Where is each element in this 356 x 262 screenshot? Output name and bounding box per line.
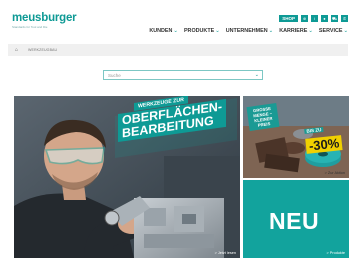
utility-bar: SHOP ⊕ i ● ⛟ ✆ — [279, 15, 348, 22]
sale-tile[interactable]: GROSSE MENGE – KLEINER PREIS BIS ZU -30%… — [243, 96, 349, 178]
nav-item-produkte[interactable]: PRODUKTE⌄ — [184, 28, 220, 34]
chevron-down-icon: ⌄ — [343, 28, 348, 34]
nav-label: KUNDEN — [149, 28, 173, 34]
chevron-down-icon: ⌄ — [308, 28, 313, 34]
main-navigation: KUNDEN⌄ PRODUKTE⌄ UNTERNEHMEN⌄ KARRIERE⌄… — [149, 28, 348, 34]
search-input[interactable]: Suche ⌄ — [103, 70, 263, 80]
discount-badge: BIS ZU -30% — [303, 116, 343, 156]
products-link[interactable]: > Produkte — [327, 251, 345, 255]
phone-icon[interactable]: ✆ — [341, 15, 348, 22]
logo-wordmark: meusburger — [12, 12, 77, 24]
nav-label: SERVICE — [318, 28, 343, 34]
nav-item-kunden[interactable]: KUNDEN⌄ — [149, 28, 178, 34]
info-icon[interactable]: i — [311, 15, 318, 22]
chevron-down-icon[interactable]: ⌄ — [255, 72, 259, 78]
sale-tag: GROSSE MENGE – KLEINER PREIS — [246, 103, 280, 131]
new-label: NEU — [269, 208, 320, 234]
nav-label: KARRIERE — [279, 28, 308, 34]
discount-prefix: BIS ZU — [304, 126, 324, 134]
sale-action-link[interactable]: > Zur Aktion — [325, 171, 345, 175]
logo-tagline: Standards for Tool and Die — [12, 25, 48, 29]
globe-icon[interactable]: ⊕ — [301, 15, 308, 22]
nav-label: UNTERNEHMEN — [225, 28, 268, 34]
home-icon[interactable]: ⌂ — [15, 47, 18, 53]
nav-label: PRODUKTE — [183, 28, 215, 34]
nav-item-karriere[interactable]: KARRIERE⌄ — [279, 28, 313, 34]
chevron-down-icon: ⌄ — [215, 28, 220, 34]
cart-icon[interactable]: ⛟ — [331, 15, 338, 22]
discount-percent: -30% — [305, 135, 343, 154]
user-icon[interactable]: ● — [321, 15, 328, 22]
search-placeholder: Suche — [108, 72, 121, 78]
breadcrumb: ⌂ WERKZEUGBAU — [8, 44, 348, 56]
shop-button[interactable]: SHOP — [279, 15, 298, 22]
page: meusburger Standards for Tool and Die SH… — [0, 0, 356, 262]
nav-item-unternehmen[interactable]: UNTERNEHMEN⌄ — [226, 28, 273, 34]
chevron-down-icon: ⌄ — [173, 28, 178, 34]
brand-logo[interactable]: meusburger Standards for Tool and Die — [12, 12, 77, 29]
breadcrumb-current: WERKZEUGBAU — [28, 47, 58, 52]
hero-teaser[interactable]: WERKZEUGE ZUR OBERFLÄCHEN- BEARBEITUNG >… — [14, 96, 240, 258]
hero-read-link[interactable]: > Jetzt lesen — [215, 251, 236, 255]
new-products-tile[interactable]: NEU > Produkte — [243, 180, 349, 258]
nav-item-service[interactable]: SERVICE⌄ — [319, 28, 348, 34]
chevron-down-icon: ⌄ — [268, 28, 274, 34]
